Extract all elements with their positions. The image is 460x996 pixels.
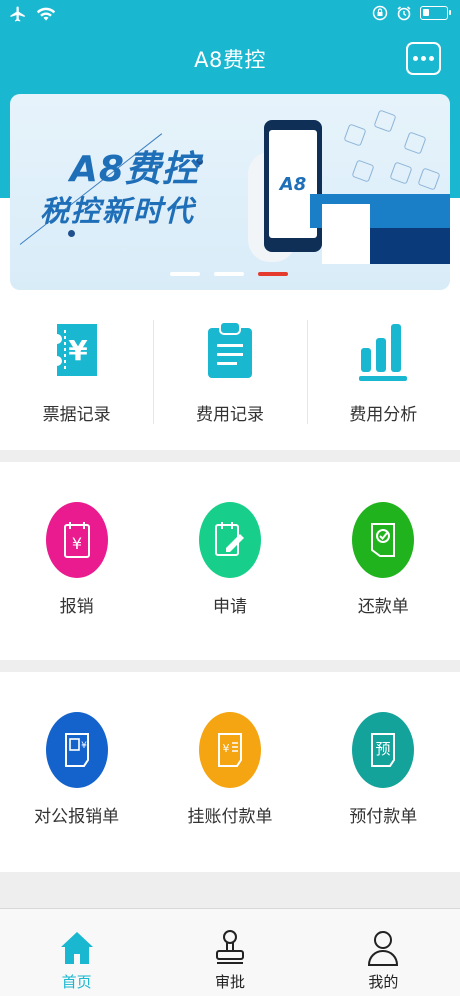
svg-text:¥: ¥ [81, 741, 87, 751]
corporate-reimburse-icon: ¥ [45, 712, 108, 788]
quick-actions: ¥ 票据记录 费用记录 费用分析 [0, 306, 460, 438]
divider [0, 450, 460, 462]
form-label: 申请 [212, 597, 247, 617]
quick-item-expense-analysis[interactable]: 费用分析 [306, 306, 460, 438]
status-bar [0, 0, 460, 30]
apply-pencil-icon [198, 502, 261, 578]
svg-text:预: 预 [376, 740, 391, 758]
bottom-nav: 首页 审批 我的 [0, 908, 460, 996]
clipboard-list-icon [207, 321, 252, 378]
carousel-dot-active[interactable] [258, 272, 288, 276]
more-dots-icon [413, 56, 418, 61]
form-label: 挂账付款单 [187, 807, 273, 827]
form-label: 还款单 [357, 597, 409, 617]
page-title: A8费控 [194, 48, 266, 72]
form-prepayment[interactable]: 预 预付款单 [307, 672, 460, 868]
tab-home[interactable]: 首页 [0, 909, 153, 996]
svg-text:¥: ¥ [68, 334, 88, 367]
reimburse-icon: ¥ [45, 502, 108, 578]
form-reimburse[interactable]: ¥ 报销 [0, 462, 153, 658]
prepayment-icon: 预 [352, 712, 415, 788]
stamp-icon [215, 930, 244, 964]
carousel-indicator [170, 272, 288, 276]
carousel-dot[interactable] [214, 272, 244, 276]
svg-text:¥: ¥ [222, 742, 229, 755]
form-apply[interactable]: 申请 [153, 462, 306, 658]
phone-image: A8 [264, 120, 322, 252]
battery-icon [420, 6, 451, 20]
user-icon [368, 931, 399, 966]
home-screen: A8费控 A8费控 税控新时代 A8 ¥ 票据记录 费用记录 费用分析 ¥ 报销… [0, 0, 460, 996]
tab-label: 审批 [214, 973, 245, 991]
form-account-payment[interactable]: ¥ 挂账付款单 [153, 672, 306, 868]
airplane-icon [10, 6, 25, 22]
wifi-icon [36, 7, 56, 21]
forms-row-1: ¥ 报销 申请 还款单 [0, 462, 460, 658]
form-label: 报销 [59, 597, 94, 617]
receipt-yen-icon: ¥ [56, 324, 97, 376]
quick-item-expense-records[interactable]: 费用记录 [153, 306, 306, 438]
quick-item-receipt-records[interactable]: ¥ 票据记录 [0, 306, 153, 438]
quick-item-label: 票据记录 [42, 405, 111, 425]
quick-item-label: 费用记录 [195, 405, 264, 425]
spacer [0, 872, 460, 908]
divider [0, 660, 460, 672]
account-payment-icon: ¥ [198, 712, 261, 788]
tab-approval[interactable]: 审批 [153, 909, 306, 996]
form-label: 对公报销单 [34, 807, 120, 827]
bar-chart-icon [359, 324, 408, 381]
carousel-dot[interactable] [170, 272, 200, 276]
quick-item-label: 费用分析 [349, 405, 418, 425]
svg-text:¥: ¥ [72, 534, 82, 553]
tab-mine[interactable]: 我的 [307, 909, 460, 996]
more-button[interactable] [406, 42, 441, 75]
forms-row-2: ¥ 对公报销单 ¥ 挂账付款单 预 预付款单 [0, 672, 460, 868]
banner-subline: 税控新时代 [40, 194, 196, 228]
tab-label: 首页 [61, 973, 92, 991]
form-label: 预付款单 [349, 807, 418, 827]
home-icon [60, 932, 93, 964]
form-corporate-reimburse[interactable]: ¥ 对公报销单 [0, 672, 153, 868]
banner-headline: A8费控 [70, 149, 199, 190]
repay-icon [352, 502, 415, 578]
banner-carousel[interactable]: A8费控 税控新时代 A8 [10, 94, 450, 290]
orientation-lock-icon [372, 5, 388, 21]
form-repayment[interactable]: 还款单 [307, 462, 460, 658]
alarm-icon [397, 6, 411, 21]
tab-label: 我的 [368, 973, 399, 991]
